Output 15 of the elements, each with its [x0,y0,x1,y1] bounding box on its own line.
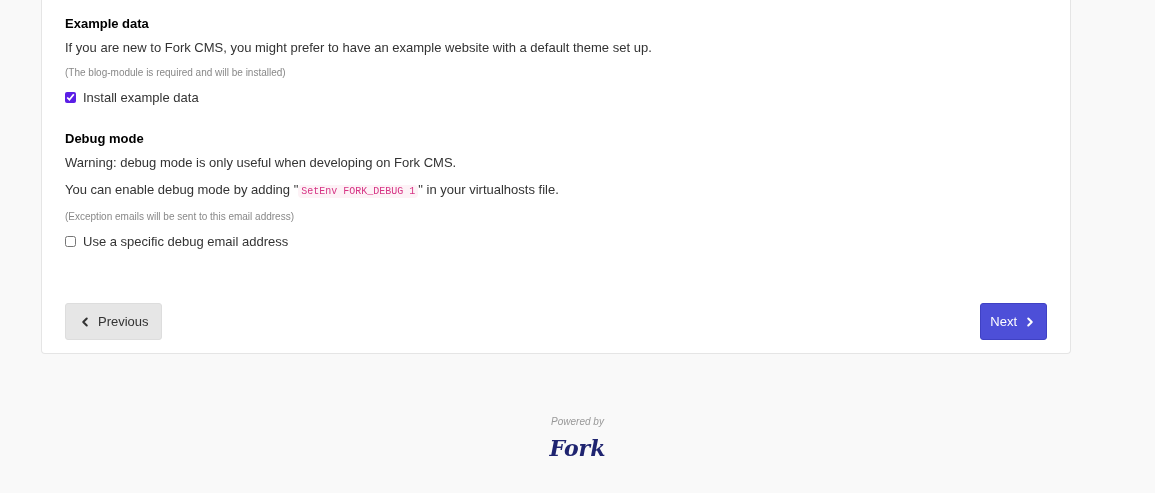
paragraph: Warning: debug mode is only useful when developing on Fork CMS. [65,153,457,172]
fork-logo[interactable]: Fork [549,437,606,459]
previous-button[interactable]: Previous [65,303,162,340]
hint-text: (The blog-module is required and will be installed) [65,66,286,80]
checkbox[interactable] [65,235,76,247]
next-button[interactable]: Next [980,303,1047,340]
hint-text: (Exception emails will be sent to this email address) [65,209,294,224]
powered-by-text: Powered by [551,415,604,429]
section-heading: Debug mode [65,129,144,148]
paragraph: You can enable debug mode by adding " SetEnv FORK_DEBUG 1 " in your virtualhosts file. [65,180,559,200]
checkbox-label[interactable]: Install example data [83,88,199,108]
checkbox[interactable] [65,92,76,104]
section-heading: Example data [65,15,149,33]
checkbox-label[interactable]: Use a specific debug email address [83,231,289,251]
paragraph: If you are new to Fork CMS, you might prefer to have an example website with a default theme set up. [65,39,652,57]
